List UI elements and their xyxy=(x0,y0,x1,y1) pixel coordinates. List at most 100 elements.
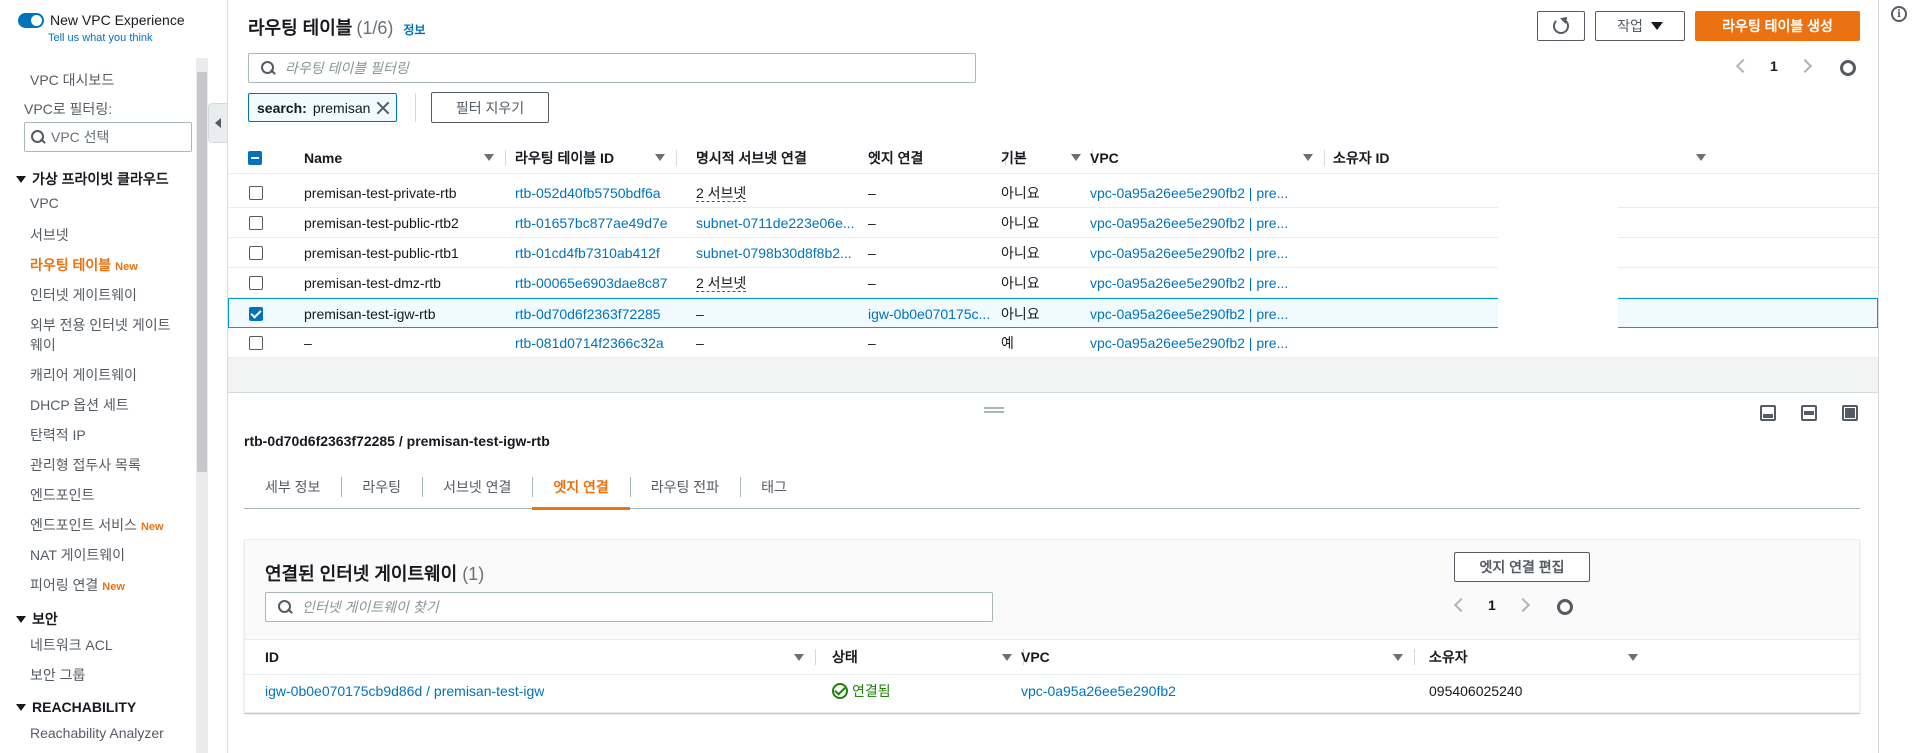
sidebar-item-vpc[interactable]: VPC xyxy=(30,195,59,211)
actions-dropdown-button[interactable]: 작업 xyxy=(1595,11,1685,41)
igw-search-input[interactable]: 인터넷 게이트웨이 찾기 xyxy=(265,592,993,622)
sidebar-item-nat-gateways[interactable]: NAT 게이트웨이 xyxy=(30,545,125,565)
column-header-route-table-id[interactable]: 라우팅 테이블 ID xyxy=(515,142,677,174)
panel-middle-icon[interactable] xyxy=(1801,405,1817,421)
cell-vpc[interactable]: vpc-0a95a26ee5e290fb2 | pre... xyxy=(1090,178,1288,208)
panel-bottom-icon[interactable] xyxy=(1760,405,1776,421)
column-header-vpc[interactable]: VPC xyxy=(1021,640,1415,674)
cell-route-table-id[interactable]: rtb-00065e6903dae8c87 xyxy=(515,268,668,298)
chevron-left-icon[interactable] xyxy=(1453,597,1469,613)
sidebar-item-reachability-analyzer[interactable]: Reachability Analyzer xyxy=(30,725,164,741)
cell-explicit-subnet[interactable]: 2 서브넷 xyxy=(696,275,747,292)
table-row[interactable]: premisan-test-private-rtb rtb-052d40fb57… xyxy=(228,178,1878,208)
collapse-sidebar-button[interactable] xyxy=(208,103,227,143)
clear-filters-button[interactable]: 필터 지우기 xyxy=(431,92,549,123)
table-row[interactable]: premisan-test-public-rtb1 rtb-01cd4fb731… xyxy=(228,238,1878,268)
page-number[interactable]: 1 xyxy=(1488,597,1496,613)
column-header-owner[interactable]: 소유자 xyxy=(1429,640,1638,674)
table-row[interactable]: igw-0b0e070175cb9d86d / premisan-test-ig… xyxy=(245,674,1859,706)
feedback-link[interactable]: Tell us what you think xyxy=(48,32,153,44)
cell-igw-id[interactable]: igw-0b0e070175cb9d86d / premisan-test-ig… xyxy=(265,675,544,707)
new-vpc-experience-toggle[interactable]: New VPC Experience xyxy=(18,12,185,28)
sidebar-item-endpoint-services[interactable]: 엔드포인트 서비스 New xyxy=(30,515,164,535)
column-header-main[interactable]: 기본 xyxy=(1001,142,1093,174)
column-header-id[interactable]: ID xyxy=(265,640,816,674)
cell-explicit-subnet[interactable]: 2 서브넷 xyxy=(696,185,747,202)
chevron-right-icon[interactable] xyxy=(1515,597,1530,613)
cell-vpc[interactable]: vpc-0a95a26ee5e290fb2 xyxy=(1021,675,1176,707)
section-reachability[interactable]: REACHABILITY xyxy=(16,699,136,715)
edit-edge-associations-button[interactable]: 엣지 연결 편집 xyxy=(1454,552,1590,582)
table-row[interactable]: premisan-test-dmz-rtb rtb-00065e6903dae8… xyxy=(228,268,1878,298)
tab-subnet-associations[interactable]: 서브넷 연결 xyxy=(422,465,532,509)
gear-icon[interactable] xyxy=(1557,599,1573,615)
row-checkbox[interactable] xyxy=(249,336,263,350)
info-icon[interactable]: i xyxy=(1891,6,1907,22)
sidebar-item-security-groups[interactable]: 보안 그룹 xyxy=(30,665,85,685)
select-all-checkbox[interactable] xyxy=(248,142,268,174)
container-title: 연결된 인터넷 게이트웨이 (1) xyxy=(265,560,484,586)
cell-route-table-id[interactable]: rtb-0d70d6f2363f72285 xyxy=(515,299,661,329)
page-number[interactable]: 1 xyxy=(1770,58,1778,74)
table-row[interactable]: premisan-test-public-rtb2 rtb-01657bc877… xyxy=(228,208,1878,238)
info-link[interactable]: 정보 xyxy=(403,21,425,38)
section-virtual-private-cloud[interactable]: 가상 프라이빗 클라우드 xyxy=(16,169,169,189)
chevron-right-icon[interactable] xyxy=(1797,58,1812,74)
tab-route-propagation[interactable]: 라우팅 전파 xyxy=(629,465,740,509)
table-row[interactable]: – rtb-081d0714f2366c32a – – 예 vpc-0a95a2… xyxy=(228,328,1878,358)
table-row-selected[interactable]: premisan-test-igw-rtb rtb-0d70d6f2363f72… xyxy=(228,298,1878,328)
cell-route-table-id[interactable]: rtb-081d0714f2366c32a xyxy=(515,328,664,358)
close-icon[interactable] xyxy=(376,101,390,115)
resize-handle-icon[interactable] xyxy=(984,407,1004,413)
section-security[interactable]: 보안 xyxy=(16,609,58,629)
tab-routes[interactable]: 라우팅 xyxy=(341,465,422,509)
tab-details[interactable]: 세부 정보 xyxy=(244,465,341,509)
cell-route-table-id[interactable]: rtb-01657bc877ae49d7e xyxy=(515,208,668,238)
column-header-vpc[interactable]: VPC xyxy=(1090,142,1325,174)
column-header-explicit-subnet[interactable]: 명시적 서브넷 연결 xyxy=(696,142,872,174)
cell-edge[interactable]: igw-0b0e070175c... xyxy=(868,299,990,329)
sidebar-item-dhcp-options[interactable]: DHCP 옵션 세트 xyxy=(30,395,129,415)
column-header-owner-id[interactable]: 소유자 ID xyxy=(1333,142,1706,174)
sidebar-item-route-tables[interactable]: 라우팅 테이블 New xyxy=(30,255,138,275)
row-checkbox[interactable] xyxy=(249,276,263,290)
sidebar-item-peering-connections[interactable]: 피어링 연결 New xyxy=(30,575,125,595)
cell-vpc[interactable]: vpc-0a95a26ee5e290fb2 | pre... xyxy=(1090,238,1288,268)
panel-full-icon[interactable] xyxy=(1842,405,1858,421)
column-header-name[interactable]: Name xyxy=(304,142,506,174)
sidebar-item-carrier-gateways[interactable]: 캐리어 게이트웨이 xyxy=(30,365,137,385)
row-checkbox[interactable] xyxy=(249,307,263,321)
sidebar-item-egress-only-igw[interactable]: 외부 전용 인터넷 게이트 웨이 xyxy=(30,315,170,355)
sidebar-item-internet-gateways[interactable]: 인터넷 게이트웨이 xyxy=(30,285,137,305)
checkbox-indeterminate[interactable] xyxy=(248,151,262,165)
create-route-table-button[interactable]: 라우팅 테이블 생성 xyxy=(1695,11,1860,41)
cell-vpc[interactable]: vpc-0a95a26ee5e290fb2 | pre... xyxy=(1090,208,1288,238)
cell-route-table-id[interactable]: rtb-01cd4fb7310ab412f xyxy=(515,238,660,268)
refresh-button[interactable] xyxy=(1537,11,1585,41)
tab-edge-associations[interactable]: 엣지 연결 xyxy=(532,465,631,510)
sidebar-item-network-acls[interactable]: 네트워크 ACL xyxy=(30,635,113,655)
chevron-left-icon[interactable] xyxy=(1735,58,1751,74)
vpc-filter-select[interactable]: VPC 선택 xyxy=(24,122,192,152)
sidebar-item-elastic-ips[interactable]: 탄력적 IP xyxy=(30,425,86,445)
sidebar-item-endpoints[interactable]: 엔드포인트 xyxy=(30,485,94,505)
route-table-filter-input[interactable]: 라우팅 테이블 필터링 xyxy=(248,53,976,83)
column-header-edge-association[interactable]: 엣지 연결 xyxy=(868,142,1006,174)
tab-tags[interactable]: 태그 xyxy=(740,465,808,509)
sidebar-item-managed-prefix-lists[interactable]: 관리형 접두사 목록 xyxy=(30,455,141,475)
cell-route-table-id[interactable]: rtb-052d40fb5750bdf6a xyxy=(515,178,661,208)
cell-explicit-subnet[interactable]: subnet-0711de223e06e... xyxy=(696,208,855,238)
cell-vpc[interactable]: vpc-0a95a26ee5e290fb2 | pre... xyxy=(1090,328,1288,358)
cell-vpc[interactable]: vpc-0a95a26ee5e290fb2 | pre... xyxy=(1090,299,1288,329)
row-checkbox[interactable] xyxy=(249,186,263,200)
cell-explicit-subnet[interactable]: subnet-0798b30d8f8b2... xyxy=(696,238,852,268)
row-checkbox[interactable] xyxy=(249,246,263,260)
cell-vpc[interactable]: vpc-0a95a26ee5e290fb2 | pre... xyxy=(1090,268,1288,298)
sidebar-item-vpc-dashboard[interactable]: VPC 대시보드 xyxy=(30,70,114,90)
row-checkbox[interactable] xyxy=(249,216,263,230)
sidebar-item-subnets[interactable]: 서브넷 xyxy=(30,225,69,245)
gear-icon[interactable] xyxy=(1840,60,1856,76)
column-header-state[interactable]: 상태 xyxy=(832,640,1024,674)
toggle-icon[interactable] xyxy=(18,12,44,28)
sidebar-scrollbar-thumb[interactable] xyxy=(197,72,207,472)
